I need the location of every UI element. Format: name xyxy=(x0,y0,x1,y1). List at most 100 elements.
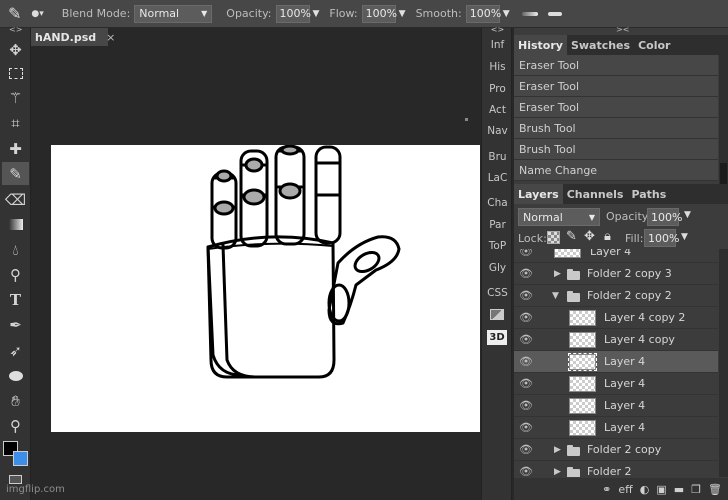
eye-icon[interactable]: 👁︎ xyxy=(518,443,534,456)
new-layer-icon[interactable]: ❐ xyxy=(691,483,701,496)
crop-tool-icon[interactable]: ⌗ xyxy=(2,111,29,134)
lock-position-icon[interactable]: ✥ xyxy=(584,229,595,244)
eye-icon[interactable]: 👁︎ xyxy=(518,399,534,412)
path-select-icon[interactable]: ➶ xyxy=(2,339,29,362)
lock-transparency-icon[interactable] xyxy=(547,231,560,244)
flow-dropdown-icon[interactable]: ▼ xyxy=(399,9,406,19)
eye-icon[interactable]: 👁︎ xyxy=(518,377,534,390)
history-item[interactable]: Eraser Tool xyxy=(514,76,718,97)
mini-panel-3d[interactable]: 3D xyxy=(487,330,507,345)
mini-panel-paragraph[interactable]: Par xyxy=(482,219,513,231)
blur-tool-icon[interactable]: 💧︎ xyxy=(2,238,29,261)
pressure-icon[interactable] xyxy=(547,11,562,16)
mini-panel-history[interactable]: His xyxy=(482,61,513,73)
trash-icon[interactable]: 🗑︎ xyxy=(708,483,722,496)
tab-color[interactable]: Color xyxy=(634,35,674,55)
tab-paths[interactable]: Paths xyxy=(627,184,670,204)
mini-panel-brush[interactable]: Bru xyxy=(482,151,513,163)
history-item[interactable]: Name Change xyxy=(514,160,718,181)
layer-row[interactable]: 👁︎ Layer 4 xyxy=(514,249,718,263)
layer-row[interactable]: 👁︎ Layer 4 xyxy=(514,395,718,417)
layer-row[interactable]: 👁︎ Layer 4 xyxy=(514,373,718,395)
chevron-right-icon[interactable]: ▶ xyxy=(554,269,561,279)
layer-row[interactable]: 👁︎ ▶ Folder 2 xyxy=(514,461,718,477)
eye-icon[interactable]: 👁︎ xyxy=(518,465,534,477)
layer-blend-select[interactable]: Normal ▼ xyxy=(518,208,600,226)
layer-row-selected[interactable]: 👁︎ Layer 4 xyxy=(514,351,718,373)
mini-panel-navigator[interactable]: Nav xyxy=(482,125,513,137)
fill-dropdown-icon[interactable]: ▼ xyxy=(681,232,688,242)
lock-pixels-icon[interactable]: ✎ xyxy=(566,229,577,244)
chevron-right-icon[interactable]: ▶ xyxy=(554,445,561,455)
opacity-input[interactable]: 100% xyxy=(275,4,311,23)
gradient-tool-icon[interactable] xyxy=(2,213,29,236)
layer-opacity-input[interactable]: 100% xyxy=(647,208,682,226)
tab-channels[interactable]: Channels xyxy=(563,184,628,204)
link-icon[interactable]: ⚭ xyxy=(602,483,611,496)
layers-scrollbar[interactable] xyxy=(719,249,728,477)
mini-panel-info[interactable]: Inf xyxy=(482,39,513,51)
hand-tool-icon[interactable]: ✋︎ xyxy=(2,389,29,412)
heal-tool-icon[interactable]: ✚ xyxy=(2,137,29,160)
mini-panel-character[interactable]: Cha xyxy=(482,197,513,209)
collapse-arrows-icon[interactable]: <> xyxy=(482,25,513,34)
airbrush-icon[interactable] xyxy=(521,11,538,16)
pen-tool-icon[interactable]: ✒ xyxy=(2,313,29,336)
layer-row[interactable]: 👁︎ Layer 4 xyxy=(514,417,718,439)
type-tool-icon[interactable]: T xyxy=(2,288,29,311)
new-folder-icon[interactable]: ▬ xyxy=(674,483,684,496)
layer-row[interactable]: 👁︎ Layer 4 copy 2 xyxy=(514,307,718,329)
fill-input[interactable]: 100% xyxy=(644,229,679,247)
smooth-dropdown-icon[interactable]: ▼ xyxy=(503,9,510,19)
mask-icon[interactable]: ▣ xyxy=(656,483,666,496)
tab-history[interactable]: History xyxy=(514,35,567,55)
eraser-tool-icon[interactable]: ⌫ xyxy=(2,188,29,211)
history-scrollbar[interactable] xyxy=(719,55,728,186)
brush-tool-icon[interactable]: ✎ xyxy=(2,162,29,185)
tab-layers[interactable]: Layers xyxy=(514,184,563,204)
canvas[interactable] xyxy=(51,145,480,432)
lock-all-icon[interactable]: 🔒︎ xyxy=(604,229,611,244)
eye-icon[interactable]: 👁︎ xyxy=(518,355,534,368)
flow-input[interactable]: 100% xyxy=(361,4,397,23)
shape-tool-icon[interactable] xyxy=(2,364,29,387)
marquee-tool-icon[interactable] xyxy=(2,62,29,85)
blend-mode-select[interactable]: Normal ▼ xyxy=(134,4,213,23)
mini-panel-css[interactable]: CSS xyxy=(482,287,513,299)
resize-handle-icon[interactable] xyxy=(465,118,468,121)
history-item[interactable]: Eraser Tool xyxy=(514,97,718,118)
zoom-tool-icon[interactable]: ⚲ xyxy=(2,414,29,437)
collapse-arrows-icon[interactable]: >< xyxy=(616,25,629,34)
close-icon[interactable]: × xyxy=(106,31,115,44)
mini-panel-actions[interactable]: Act xyxy=(482,104,513,116)
effects-button[interactable]: eff xyxy=(618,483,632,496)
brush-size-icon[interactable]: ●▾ xyxy=(31,9,43,19)
chevron-down-icon[interactable]: ▼ xyxy=(552,291,559,301)
dodge-tool-icon[interactable]: ⚲ xyxy=(2,263,29,286)
layer-opacity-dropdown-icon[interactable]: ▼ xyxy=(684,210,691,220)
eye-icon[interactable]: 👁︎ xyxy=(518,311,534,324)
eye-icon[interactable]: 👁︎ xyxy=(518,267,534,280)
layer-row[interactable]: 👁︎ Layer 4 copy xyxy=(514,329,718,351)
image-panel-icon[interactable] xyxy=(490,309,504,320)
opacity-dropdown-icon[interactable]: ▼ xyxy=(313,9,320,19)
history-item[interactable]: Brush Tool xyxy=(514,139,718,160)
eye-icon[interactable]: 👁︎ xyxy=(518,249,534,258)
adjustment-icon[interactable]: ◐ xyxy=(640,483,650,496)
mini-panel-tool-presets[interactable]: ToP xyxy=(482,240,513,252)
smooth-input[interactable]: 100% xyxy=(465,4,501,23)
history-item[interactable]: Brush Tool xyxy=(514,118,718,139)
magic-wand-icon[interactable]: ⚚ xyxy=(2,86,29,109)
mini-panel-layer-comps[interactable]: LaC xyxy=(482,172,513,184)
tab-swatches[interactable]: Swatches xyxy=(567,35,634,55)
document-tab[interactable]: hAND.psd × xyxy=(31,28,115,46)
layer-row[interactable]: 👁︎ ▶ Folder 2 copy xyxy=(514,439,718,461)
mini-panel-glyphs[interactable]: Gly xyxy=(482,262,513,274)
eye-icon[interactable]: 👁︎ xyxy=(518,421,534,434)
layer-row[interactable]: 👁︎ ▼ Folder 2 copy 2 xyxy=(514,285,718,307)
chevron-right-icon[interactable]: ▶ xyxy=(554,467,561,477)
collapse-arrows-icon[interactable]: <> xyxy=(9,25,22,34)
brush-preset-icon[interactable]: ✎ xyxy=(8,4,21,23)
layer-row[interactable]: 👁︎ ▶ Folder 2 copy 3 xyxy=(514,263,718,285)
quick-mask-icon[interactable] xyxy=(9,475,22,484)
